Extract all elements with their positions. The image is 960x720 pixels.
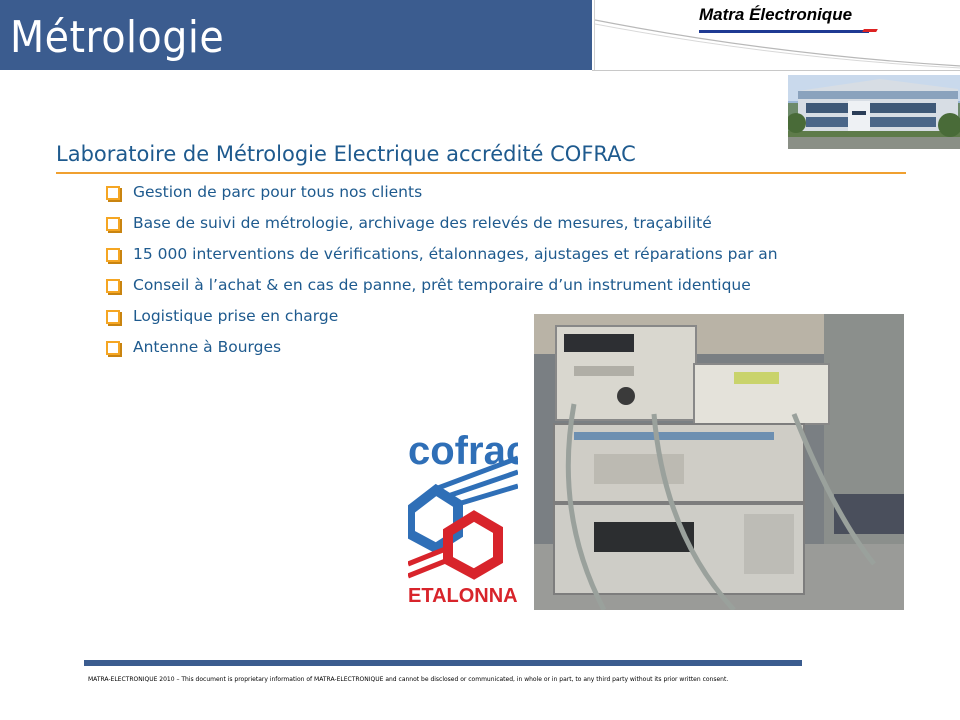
list-item: Conseil à l’achat & en cas de panne, prê… [106,274,778,305]
lab-equipment-photo [534,314,904,610]
checkbox-bullet-icon [106,248,120,262]
list-item: Base de suivi de métrologie, archivage d… [106,212,778,243]
footer-bar [84,660,802,666]
checkbox-bullet-icon [106,186,120,200]
list-item-text: Antenne à Bourges [133,338,282,356]
building-photo [788,75,960,149]
header-divider [592,70,960,71]
brand-header: Matra Électronique [594,0,960,70]
checkbox-bullet-icon [106,217,120,231]
list-item-text: Gestion de parc pour tous nos clients [133,183,423,201]
list-item: 15 000 interventions de vérifications, é… [106,243,778,274]
checkbox-bullet-icon [106,310,120,324]
cofrac-logo: cofrac ETALONNAGE [405,424,547,607]
title-bar: Métrologie [0,0,592,70]
list-item-text: 15 000 interventions de vérifications, é… [133,245,778,263]
footer-notice: MATRA-ELECTRONIQUE 2010 – This document … [88,676,729,683]
list-item-text: Conseil à l’achat & en cas de panne, prê… [133,276,751,294]
brand-logo-text: Matra Électronique [699,5,853,24]
cofrac-logo-caption: ETALONNAGE [408,585,518,606]
brand-red-accent [862,29,878,32]
page-title: Métrologie [10,12,225,63]
checkbox-bullet-icon [106,341,120,355]
checkbox-bullet-icon [106,279,120,293]
list-item: Gestion de parc pour tous nos clients [106,181,778,212]
heading-rule [56,172,906,174]
brand-underline [699,30,869,33]
section-heading: Laboratoire de Métrologie Electrique acc… [56,142,636,166]
list-item-text: Base de suivi de métrologie, archivage d… [133,214,712,232]
list-item-text: Logistique prise en charge [133,307,339,325]
